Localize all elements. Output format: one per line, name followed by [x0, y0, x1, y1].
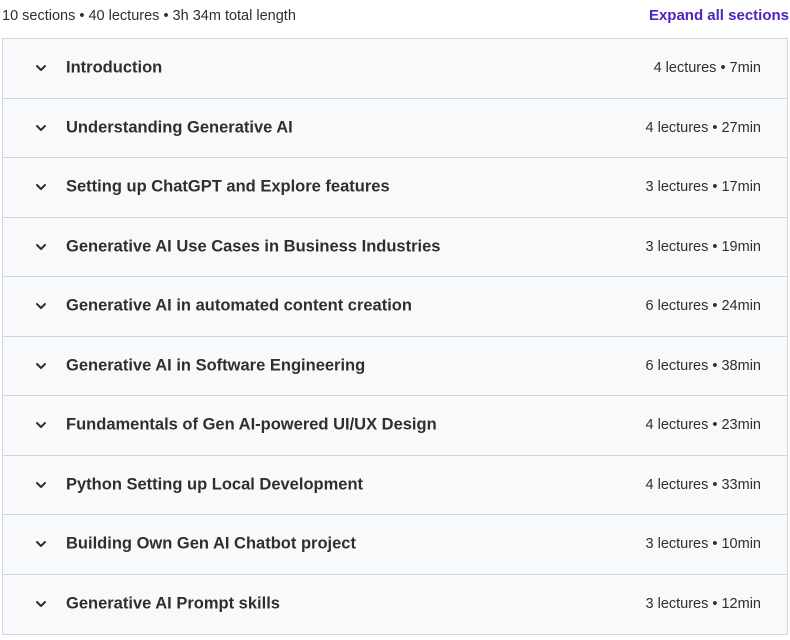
section-title: Introduction	[66, 58, 163, 77]
curriculum-summary: 10 sections • 40 lectures • 3h 34m total…	[2, 8, 296, 24]
chevron-down-icon[interactable]	[34, 418, 48, 432]
section-lecture-count: 3 lectures • 19min	[645, 238, 762, 255]
chevron-down-icon[interactable]	[34, 597, 48, 611]
chevron-down-icon[interactable]	[34, 299, 48, 313]
section-row[interactable]: Generative AI Use Cases in Business Indu…	[3, 217, 787, 277]
chevron-down-icon[interactable]	[34, 240, 48, 254]
section-title: Generative AI Use Cases in Business Indu…	[66, 237, 441, 256]
section-row[interactable]: Fundamentals of Gen AI-powered UI/UX Des…	[3, 396, 787, 456]
section-title: Generative AI Prompt skills	[66, 594, 280, 613]
section-row[interactable]: Building Own Gen AI Chatbot project 3 le…	[3, 515, 787, 575]
curriculum-summary-bar: 10 sections • 40 lectures • 3h 34m total…	[0, 0, 790, 33]
section-row[interactable]: Introduction 4 lectures • 7min	[3, 39, 787, 99]
section-title: Generative AI in automated content creat…	[66, 296, 412, 315]
section-title: Understanding Generative AI	[66, 118, 293, 137]
section-lecture-count: 4 lectures • 33min	[645, 476, 762, 493]
section-row[interactable]: Generative AI in automated content creat…	[3, 277, 787, 337]
section-title: Building Own Gen AI Chatbot project	[66, 534, 356, 553]
section-lecture-count: 3 lectures • 12min	[645, 596, 762, 613]
section-lecture-count: 4 lectures • 27min	[645, 119, 762, 136]
section-lecture-count: 4 lectures • 23min	[645, 417, 762, 434]
section-lecture-count: 3 lectures • 10min	[645, 536, 762, 553]
section-row[interactable]: Understanding Generative AI 4 lectures •…	[3, 98, 787, 158]
expand-all-sections-button[interactable]: Expand all sections	[649, 7, 789, 24]
section-row[interactable]: Generative AI Prompt skills 3 lectures •…	[3, 574, 787, 634]
chevron-down-icon[interactable]	[34, 478, 48, 492]
section-lecture-count: 6 lectures • 38min	[645, 357, 762, 374]
section-title: Setting up ChatGPT and Explore features	[66, 177, 390, 196]
chevron-down-icon[interactable]	[34, 180, 48, 194]
section-title: Generative AI in Software Engineering	[66, 356, 366, 375]
section-lecture-count: 4 lectures • 7min	[653, 60, 761, 77]
section-row[interactable]: Setting up ChatGPT and Explore features …	[3, 158, 787, 218]
curriculum-section-list: Introduction 4 lectures • 7min Understan…	[2, 38, 788, 635]
section-row[interactable]: Python Setting up Local Development 4 le…	[3, 455, 787, 515]
chevron-down-icon[interactable]	[34, 61, 48, 75]
section-title: Python Setting up Local Development	[66, 475, 364, 494]
chevron-down-icon[interactable]	[34, 121, 48, 135]
chevron-down-icon[interactable]	[34, 537, 48, 551]
section-lecture-count: 6 lectures • 24min	[645, 298, 762, 315]
section-title: Fundamentals of Gen AI-powered UI/UX Des…	[66, 415, 437, 434]
chevron-down-icon[interactable]	[34, 359, 48, 373]
section-row[interactable]: Generative AI in Software Engineering 6 …	[3, 336, 787, 396]
section-lecture-count: 3 lectures • 17min	[645, 179, 762, 196]
